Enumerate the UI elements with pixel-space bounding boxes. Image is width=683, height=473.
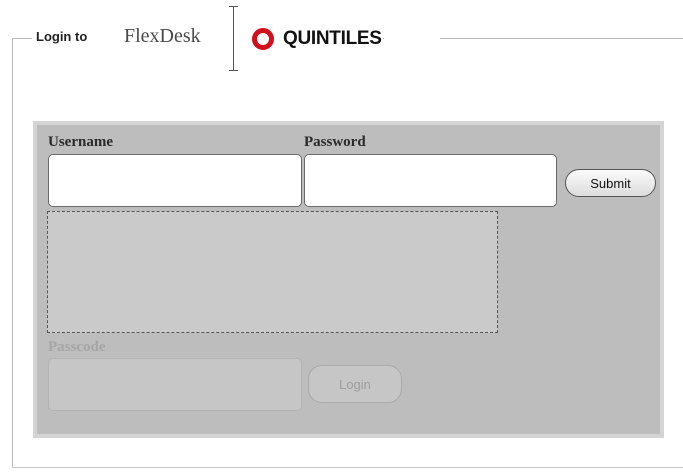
- logo-ring-icon: [252, 28, 274, 50]
- passcode-input[interactable]: [48, 358, 302, 411]
- divider-cap-bottom: [229, 70, 238, 71]
- frame-left-line: [12, 38, 13, 468]
- quintiles-logo: QUINTILES ·: [252, 22, 385, 56]
- login-to-label: Login to: [36, 29, 88, 44]
- passcode-label: Passcode: [48, 339, 106, 355]
- frame-bottom-line: [12, 467, 683, 468]
- frame-top-right-line: [440, 38, 683, 39]
- captcha-area: [47, 211, 498, 333]
- username-input[interactable]: [48, 154, 302, 207]
- frame-top-left-line: [12, 38, 32, 39]
- submit-button[interactable]: Submit: [565, 169, 656, 197]
- password-label: Password: [304, 134, 366, 150]
- brand-trademark: ·: [382, 36, 385, 42]
- username-label: Username: [48, 134, 113, 150]
- login-panel: Username Password Submit Passcode Login: [33, 121, 664, 438]
- header-divider: [233, 6, 234, 70]
- password-input[interactable]: [304, 154, 557, 207]
- product-name: FlexDesk: [124, 25, 201, 47]
- login-button[interactable]: Login: [308, 365, 402, 403]
- brand-name: QUINTILES: [283, 28, 382, 49]
